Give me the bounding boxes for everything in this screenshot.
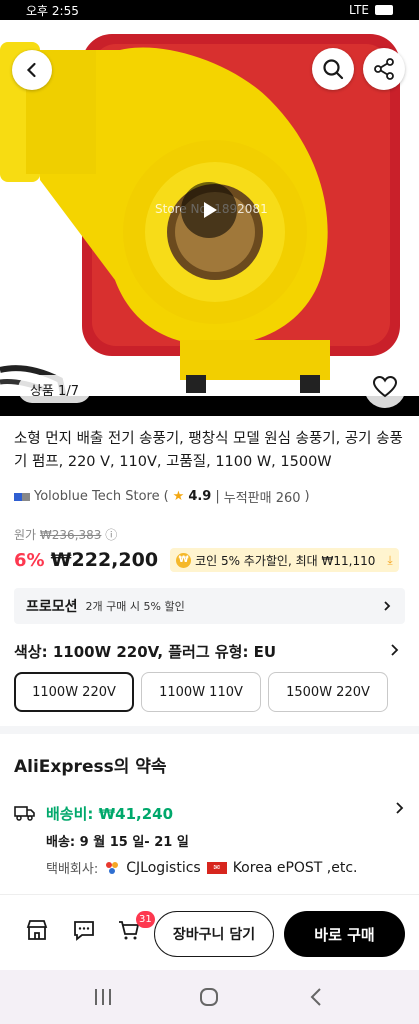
- sold-count: 누적판매 260: [223, 491, 301, 506]
- network-label: LTE: [349, 3, 369, 17]
- promotion-text: 2개 구매 시 5% 할인: [85, 600, 185, 613]
- cart-count-badge: 31: [136, 911, 155, 928]
- variant-option[interactable]: 1100W 110V: [141, 672, 261, 712]
- shipping-fee: 배송비: ₩41,240: [46, 805, 174, 823]
- download-icon: ⤓: [387, 552, 393, 567]
- bottom-action-bar: 31 장바구니 담기 바로 구매: [0, 894, 419, 970]
- chat-icon: [74, 921, 94, 941]
- korea-post-logo-icon: ✉: [206, 861, 227, 874]
- cj-logistics-logo-icon: [106, 861, 119, 874]
- coin-discount-badge[interactable]: ₩ 코인 5% 추가할인, 최대 ₩11,110 ⤓: [170, 548, 399, 572]
- image-counter: 상품 1/7: [18, 375, 91, 403]
- chat-button[interactable]: [71, 917, 97, 943]
- system-nav-bar: [0, 970, 419, 1024]
- battery-icon: [375, 5, 393, 15]
- sale-price: ₩222,200: [50, 549, 159, 571]
- delivery-date: 배송: 9 월 15 일- 21 일: [46, 835, 189, 850]
- buy-now-button[interactable]: 바로 구매: [284, 911, 405, 957]
- store-icon: [26, 920, 48, 940]
- variant-label: 색상: 1100W 220V, 플러그 유형: EU: [14, 643, 277, 661]
- back-arrow-icon: [310, 988, 321, 1006]
- variant-option[interactable]: 1100W 220V: [14, 672, 134, 712]
- courier-label: 택배회사:: [46, 862, 99, 877]
- search-icon: [323, 59, 344, 80]
- original-price-row: 원가 ₩236,383 ⓘ: [14, 526, 117, 543]
- promotion-title: 프로모션: [26, 599, 78, 615]
- variant-options: 1100W 220V 1100W 110V 1500W 220V: [14, 672, 388, 712]
- back-button[interactable]: [12, 50, 52, 90]
- play-video-button[interactable]: [181, 182, 237, 238]
- courier-cj: CJLogistics: [126, 859, 201, 876]
- shipping-details-button[interactable]: [393, 800, 405, 819]
- discount-percent: 6%: [14, 549, 45, 571]
- store-name: Yoloblue Tech Store: [34, 489, 160, 504]
- back-nav-button[interactable]: [301, 982, 331, 1012]
- recent-apps-icon: [95, 989, 112, 1005]
- product-page: 오후 2:55 LTE Store 1892081 상품 1/7 소형 먼지 배…: [0, 0, 419, 1024]
- promotion-banner[interactable]: 프로모션 2개 구매 시 5% 할인: [14, 588, 405, 624]
- courier-korea-post: Korea ePOST ,etc.: [232, 859, 358, 876]
- product-title: 소형 먼지 배출 전기 송풍기, 팽창식 모델 원심 송풍기, 공기 송풍기 펌…: [14, 431, 403, 470]
- status-icons: LTE: [349, 3, 393, 17]
- status-time: 오후 2:55: [26, 3, 79, 18]
- share-icon: [374, 58, 394, 80]
- price-row: 6% ₩222,200 ₩ 코인 5% 추가할인, 최대 ₩11,110 ⤓: [14, 548, 399, 572]
- coin-offer-text: 코인 5% 추가할인, 최대 ₩11,110: [195, 553, 376, 568]
- add-to-cart-button[interactable]: 장바구니 담기: [154, 911, 274, 957]
- coin-icon: ₩: [176, 552, 192, 568]
- section-divider: [0, 726, 419, 734]
- home-button[interactable]: [194, 982, 224, 1012]
- home-icon: [200, 988, 219, 1006]
- store-button[interactable]: [24, 917, 50, 943]
- original-price-label: 원가: [14, 528, 37, 542]
- heart-icon: [372, 375, 398, 398]
- play-icon: [204, 202, 217, 218]
- search-button[interactable]: [312, 48, 354, 90]
- chevron-left-icon: [26, 62, 36, 78]
- chevron-right-icon: [391, 644, 399, 656]
- chevron-right-icon: [384, 601, 391, 611]
- status-bar: 오후 2:55 LTE: [0, 0, 419, 20]
- truck-icon: [14, 806, 35, 821]
- courier-row: 택배회사: CJLogistics ✉ Korea ePOST ,etc.: [46, 858, 358, 878]
- original-price: ₩236,383: [39, 528, 102, 542]
- variant-option[interactable]: 1500W 220V: [268, 672, 388, 712]
- wishlist-button[interactable]: [364, 366, 406, 408]
- product-image-gallery[interactable]: Store No. 1892081 상품 1/7: [0, 20, 419, 416]
- chevron-right-icon: [396, 802, 404, 814]
- share-button[interactable]: [363, 48, 405, 90]
- star-icon: ★: [172, 489, 185, 504]
- promise-title: AliExpress의 약속: [14, 757, 167, 777]
- store-rating: 4.9: [188, 489, 212, 504]
- store-link[interactable]: Yoloblue Tech Store ( ★ 4.9 | 누적판매 260 ): [14, 487, 310, 506]
- info-icon[interactable]: ⓘ: [105, 528, 117, 542]
- recent-apps-button[interactable]: [88, 982, 118, 1012]
- variant-more-button[interactable]: [388, 642, 400, 661]
- store-logo-icon: [14, 492, 30, 501]
